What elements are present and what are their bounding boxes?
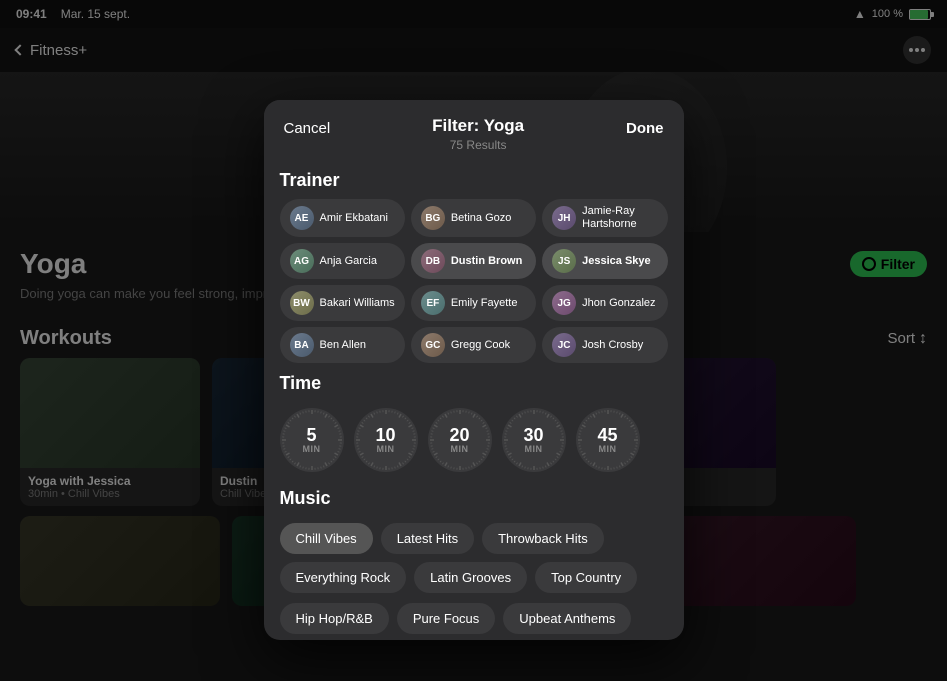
modal-title: Filter: Yoga [330,116,626,136]
trainer-chip[interactable]: EF Emily Fayette [411,285,536,321]
modal-header: Cancel Filter: Yoga 75 Results Done [264,100,684,160]
more-music-row: Hip Hop/R&B Pure Focus Upbeat Anthems [280,599,668,634]
time-section-header: Time [280,363,668,402]
trainer-name: Josh Crosby [582,339,643,352]
time-unit: MIN [525,444,543,454]
trainer-name: Jamie-Ray Hartshorne [582,205,657,231]
music-grid: Chill Vibes Latest Hits Throwback Hits Ever… [280,517,668,599]
trainer-chip[interactable]: BA Ben Allen [280,327,405,363]
music-chip[interactable]: Everything Rock [280,562,407,593]
time-grid: 5 MIN 10 MIN 20 MIN 30 MIN 45 MIN [280,402,668,478]
trainer-name: Emily Fayette [451,297,518,310]
music-chip[interactable]: Chill Vibes [280,523,373,554]
time-value: 20 [449,426,469,444]
music-chip[interactable]: Latin Grooves [414,562,527,593]
trainer-grid: AE Amir Ekbatani BG Betina Gozo JH Jamie… [280,199,668,363]
time-value: 5 [306,426,316,444]
trainer-chip[interactable]: JC Josh Crosby [542,327,667,363]
trainer-name: Gregg Cook [451,339,510,352]
trainer-chip[interactable]: AG Anja Garcia [280,243,405,279]
trainer-avatar: JG [552,291,576,315]
trainer-avatar: JH [552,206,576,230]
trainer-chip[interactable]: JH Jamie-Ray Hartshorne [542,199,667,237]
trainer-chip[interactable]: JS Jessica Skye [542,243,667,279]
trainer-name: Jessica Skye [582,255,651,268]
trainer-avatar: JS [552,249,576,273]
trainer-chip[interactable]: BG Betina Gozo [411,199,536,237]
trainer-avatar: GC [421,333,445,357]
trainer-avatar: BG [421,206,445,230]
trainer-avatar: JC [552,333,576,357]
trainer-name: Anja Garcia [320,255,377,268]
trainer-section-header: Trainer [280,160,668,199]
trainer-chip[interactable]: BW Bakari Williams [280,285,405,321]
modal-subtitle: 75 Results [330,138,626,152]
trainer-chip[interactable]: DB Dustin Brown [411,243,536,279]
time-option[interactable]: 30 MIN [502,408,566,472]
more-music-chip[interactable]: Upbeat Anthems [503,603,631,634]
time-value: 45 [597,426,617,444]
done-button[interactable]: Done [626,116,664,137]
trainer-name: Jhon Gonzalez [582,297,655,310]
trainer-avatar: BW [290,291,314,315]
modal-body: Trainer AE Amir Ekbatani BG Betina Gozo … [264,160,684,640]
more-music-chip[interactable]: Pure Focus [397,603,495,634]
modal-title-block: Filter: Yoga 75 Results [330,116,626,152]
trainer-avatar: EF [421,291,445,315]
time-option[interactable]: 5 MIN [280,408,344,472]
trainer-name: Betina Gozo [451,212,512,225]
trainer-name: Bakari Williams [320,297,395,310]
trainer-name: Ben Allen [320,339,366,352]
time-option[interactable]: 20 MIN [428,408,492,472]
music-chip[interactable]: Top Country [535,562,637,593]
trainer-avatar: BA [290,333,314,357]
more-music-chip[interactable]: Hip Hop/R&B [280,603,389,634]
trainer-avatar: DB [421,249,445,273]
trainer-chip[interactable]: JG Jhon Gonzalez [542,285,667,321]
time-value: 10 [375,426,395,444]
time-unit: MIN [377,444,395,454]
trainer-avatar: AE [290,206,314,230]
trainer-chip[interactable]: AE Amir Ekbatani [280,199,405,237]
cancel-button[interactable]: Cancel [284,116,331,137]
music-section-header: Music [280,478,668,517]
trainer-avatar: AG [290,249,314,273]
time-unit: MIN [451,444,469,454]
music-chip[interactable]: Latest Hits [381,523,474,554]
time-unit: MIN [303,444,321,454]
trainer-chip[interactable]: GC Gregg Cook [411,327,536,363]
trainer-name: Dustin Brown [451,255,523,268]
time-option[interactable]: 45 MIN [576,408,640,472]
time-option[interactable]: 10 MIN [354,408,418,472]
music-chip[interactable]: Throwback Hits [482,523,604,554]
trainer-name: Amir Ekbatani [320,212,388,225]
time-unit: MIN [599,444,617,454]
filter-modal: Cancel Filter: Yoga 75 Results Done Trai… [264,100,684,640]
time-value: 30 [523,426,543,444]
